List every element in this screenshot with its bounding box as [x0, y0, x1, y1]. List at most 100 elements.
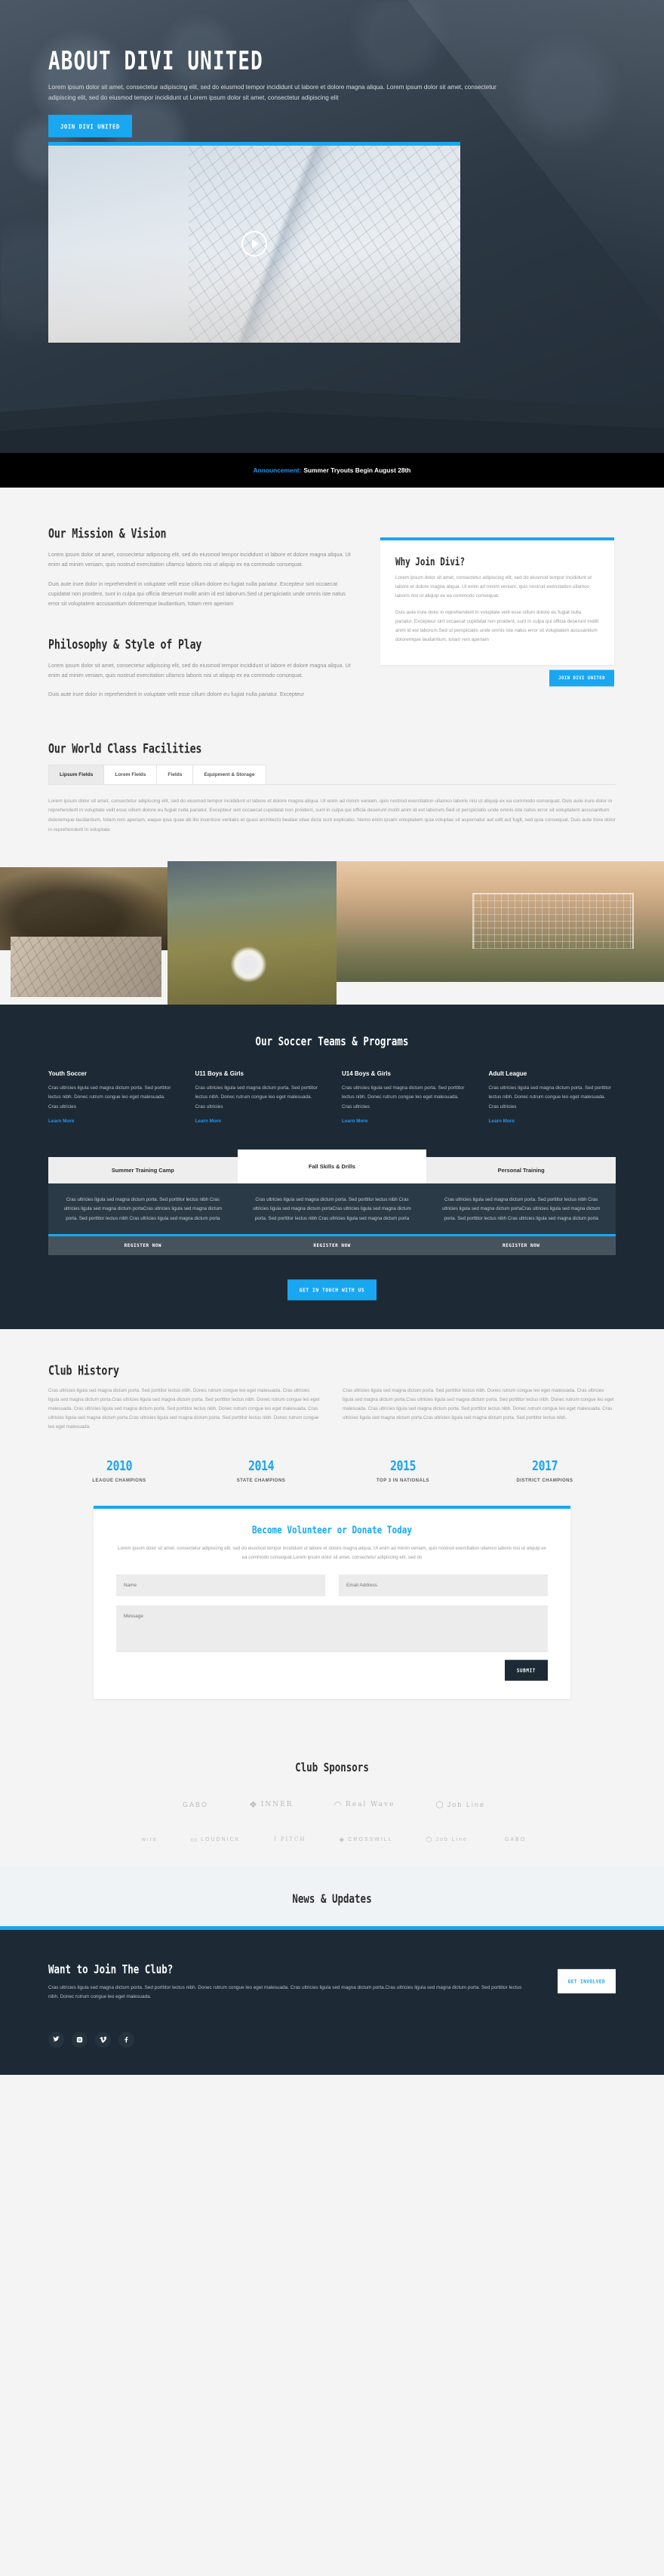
hero-section: About Divi United Lorem ipsum dolor sit …: [0, 0, 664, 453]
register-now-button[interactable]: Register Now: [48, 1233, 238, 1255]
mission-paragraph-1: Lorem ipsum dolor sit amet, consectetur …: [48, 551, 351, 568]
team-title: U11 Boys & Girls: [195, 1069, 244, 1077]
sponsor-logo[interactable]: ◠ Real Wave: [334, 1799, 395, 1810]
about-page: About Divi United Lorem ipsum dolor sit …: [0, 0, 664, 2075]
sponsor-mark-icon: ⌇: [273, 1836, 277, 1844]
history-stat: 2014 State Champions: [190, 1458, 332, 1483]
facilities-tab-1[interactable]: Lorem Fields: [103, 764, 158, 784]
register-now-button[interactable]: Register Now: [237, 1233, 427, 1255]
why-join-paragraph-2: Duis aute irure dolor in reprehenderit i…: [395, 609, 599, 643]
register-now-button[interactable]: Register Now: [426, 1233, 616, 1255]
pricing-card-description: Cras ultricies ligula sed magna dictum p…: [63, 1197, 223, 1221]
footer-cta-section: Want to Join The Club? Cras ultricies li…: [0, 1925, 664, 2075]
history-stat-year: 2017: [531, 1457, 558, 1474]
history-stat-label: League Champions: [92, 1479, 146, 1484]
hero-video[interactable]: [48, 141, 460, 343]
email-field[interactable]: [339, 1574, 548, 1596]
submit-button[interactable]: Submit: [504, 1659, 548, 1681]
sponsor-logo[interactable]: ⬡ Job Line: [426, 1836, 468, 1844]
sponsors-row-secondary: wire ▭ LOUDNICK ⌇ PITCH ◈ CROSSWILL ⬡ Job Line GA…: [48, 1836, 616, 1844]
team-card: U14 Boys & Girls Cras ultricies ligula se…: [342, 1070, 469, 1124]
team-learn-more-link[interactable]: Learn More: [195, 1119, 323, 1124]
team-description: Cras ultricies ligula sed magna dictum p…: [488, 1085, 611, 1109]
news-section: News & Updates: [0, 1866, 664, 1926]
team-card: Adult League Cras ultricies ligula sed ma…: [489, 1070, 616, 1124]
sponsor-logo[interactable]: wire: [138, 1837, 158, 1842]
pricing-card-body: Cras ultricies ligula sed magna dictum p…: [426, 1183, 616, 1233]
sponsors-row-primary: GABO ❖ INNER ◠ Real Wave ⬡ Job Line: [48, 1799, 616, 1810]
get-involved-button[interactable]: Get Involved: [557, 1968, 616, 1993]
twitter-icon[interactable]: [48, 2031, 64, 2048]
why-join-column: Why Join Divi? Lorem ipsum dolor sit ame…: [380, 527, 614, 709]
history-stat: 2010 League Champions: [48, 1458, 190, 1484]
pricing-card-title: Fall Skills & Drills: [237, 1150, 427, 1184]
pricing-card-body: Cras ultricies ligula sed magna dictum p…: [238, 1183, 427, 1233]
facebook-icon[interactable]: [118, 2031, 134, 2048]
sponsor-name: wire: [141, 1836, 158, 1842]
hero-paragraph: Lorem ipsum dolor sit amet, consectetur …: [48, 84, 496, 102]
page-title: About Divi United: [48, 47, 263, 76]
announcement-bar: Announcement: Summer Tryouts Begin Augus…: [0, 453, 664, 488]
vimeo-icon[interactable]: [95, 2031, 111, 2048]
play-icon[interactable]: [241, 231, 267, 257]
history-paragraph-left: Cras ultricies ligula sed magna dictum p…: [48, 1387, 320, 1430]
sponsor-logo[interactable]: ⌇ PITCH: [273, 1836, 306, 1843]
get-in-touch-button[interactable]: Get In Touch With Us: [287, 1279, 377, 1300]
instagram-icon[interactable]: [72, 2031, 88, 2048]
gallery-image-soccer-ball[interactable]: [168, 860, 337, 1005]
sponsor-logo[interactable]: ▭ LOUDNICK: [191, 1836, 241, 1844]
pricing-card-description: Cras ultricies ligula sed magna dictum p…: [253, 1197, 411, 1221]
why-join-cta-button[interactable]: Join Divi United: [549, 669, 614, 687]
message-field[interactable]: [116, 1605, 548, 1652]
facilities-heading: Our World Class Facilities: [48, 741, 202, 757]
pricing-card: Fall Skills & Drills Cras ultricies ligul…: [237, 1150, 427, 1255]
facilities-tablist: Lipsum Fields Lorem Fields Fields Equipment…: [48, 764, 616, 784]
team-learn-more-link[interactable]: Learn More: [48, 1119, 176, 1124]
why-join-card: Why Join Divi? Lorem ipsum dolor sit ame…: [380, 537, 614, 666]
name-field[interactable]: [116, 1574, 325, 1596]
sponsor-name: GABO: [504, 1836, 527, 1842]
history-column-left: Cras ultricies ligula sed magna dictum p…: [48, 1386, 321, 1432]
facilities-tab-3[interactable]: Equipment & Storage: [192, 764, 266, 784]
join-divi-united-button[interactable]: Join Divi United: [48, 114, 132, 137]
sponsor-name: CROSSWILL: [348, 1836, 393, 1842]
sponsor-name: Job Line: [435, 1836, 468, 1842]
why-join-paragraph-1: Lorem ipsum dolor sit amet, consectetur …: [395, 575, 592, 599]
pricing-card-title: Personal Training: [426, 1157, 616, 1184]
facilities-panel-text: Lorem ipsum dolor sit amet, consectetur …: [48, 798, 616, 833]
sponsor-mark-icon: ❖: [249, 1799, 257, 1810]
mission-section: Our Mission & Vision Lorem ipsum dolor s…: [0, 488, 664, 724]
social-links: [48, 2031, 616, 2048]
philosophy-heading: Philosophy & Style of Play: [48, 637, 202, 653]
volunteer-form-card: Become Volunteer or Donate Today Lorem i…: [94, 1506, 570, 1699]
team-learn-more-link[interactable]: Learn More: [342, 1119, 469, 1124]
sponsor-logo[interactable]: ⬡ Job Line: [435, 1799, 485, 1810]
facilities-tab-2[interactable]: Fields: [156, 764, 194, 784]
sponsor-logo[interactable]: GABO: [179, 1801, 208, 1808]
why-join-heading: Why Join Divi?: [395, 556, 466, 568]
sponsor-name: Job Line: [447, 1800, 485, 1808]
sponsor-mark-icon: ⬡: [435, 1799, 444, 1810]
sponsor-name: Real Wave: [345, 1800, 395, 1808]
history-stat-year: 2015: [389, 1457, 417, 1474]
sponsor-logo[interactable]: ❖ INNER: [249, 1799, 293, 1810]
pricing-card-title: Summer Training Camp: [48, 1157, 238, 1184]
sponsor-logo[interactable]: GABO: [501, 1837, 526, 1842]
pricing-card: Personal Training Cras ultricies ligula s…: [426, 1157, 616, 1255]
announcement-text: Summer Tryouts Begin August 28th: [303, 466, 411, 474]
announcement-label: Announcement:: [253, 466, 302, 474]
footer-paragraph: Cras ultricies ligula sed magna dictum p…: [48, 1984, 522, 1999]
news-heading: News & Updates: [292, 1891, 372, 1907]
history-paragraph-right: Cras ultricies ligula sed magna dictum p…: [343, 1387, 614, 1420]
volunteer-form-intro: Lorem ipsum dolor sit amet, consectetur …: [118, 1546, 546, 1560]
gallery-image-goal-net[interactable]: [11, 936, 161, 997]
team-learn-more-link[interactable]: Learn More: [489, 1119, 616, 1124]
team-description: Cras ultricies ligula sed magna dictum p…: [195, 1085, 318, 1109]
pricing-card: Summer Training Camp Cras ultricies ligul…: [48, 1157, 238, 1255]
gallery-image-empty-goal-field[interactable]: [337, 860, 664, 982]
facilities-tab-0[interactable]: Lipsum Fields: [48, 764, 105, 784]
sponsor-name: GABO: [183, 1800, 209, 1808]
sponsor-logo[interactable]: ◈ CROSSWILL: [339, 1836, 392, 1844]
team-title: Youth Soccer: [48, 1069, 87, 1077]
mission-text-column: Our Mission & Vision Lorem ipsum dolor s…: [48, 527, 380, 709]
